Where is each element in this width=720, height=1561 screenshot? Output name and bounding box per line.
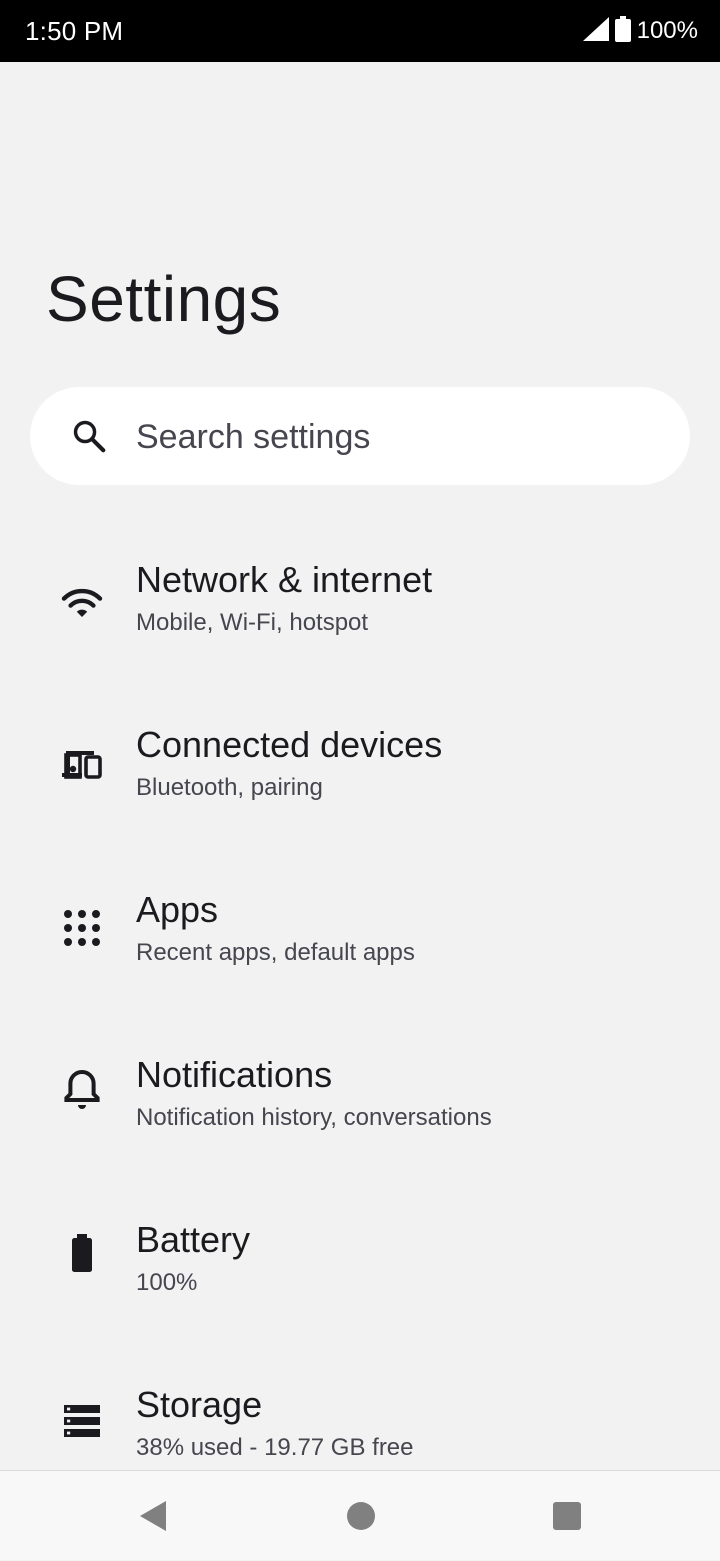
home-circle-icon[interactable] <box>344 1471 378 1561</box>
settings-item-network[interactable]: Network & internet Mobile, Wi-Fi, hotspo… <box>0 530 720 695</box>
settings-item-title: Network & internet <box>136 559 433 600</box>
settings-item-apps[interactable]: Apps Recent apps, default apps <box>0 860 720 1025</box>
settings-item-title: Notifications <box>136 1054 333 1095</box>
bell-icon <box>58 1065 106 1113</box>
recents-square-icon[interactable] <box>550 1471 584 1561</box>
back-triangle-icon[interactable] <box>132 1471 172 1561</box>
status-icons: 100% <box>582 15 698 47</box>
settings-item-subtitle: 100% <box>136 1269 198 1296</box>
page-title: Settings <box>46 263 282 335</box>
settings-item-battery[interactable]: Battery 100% <box>0 1190 720 1355</box>
storage-icon <box>58 1397 106 1445</box>
cellular-signal-icon <box>582 16 609 46</box>
connected-devices-icon <box>58 739 106 787</box>
settings-list: Network & internet Mobile, Wi-Fi, hotspo… <box>0 530 720 1520</box>
settings-item-notifications[interactable]: Notifications Notification history, conv… <box>0 1025 720 1190</box>
status-time: 1:50 PM <box>25 15 124 46</box>
apps-grid-icon <box>58 904 106 952</box>
wifi-icon <box>58 576 106 624</box>
search-input[interactable]: Search settings <box>136 417 370 457</box>
settings-item-subtitle: Bluetooth, pairing <box>136 774 323 801</box>
settings-item-title: Connected devices <box>136 724 443 765</box>
settings-item-title: Storage <box>136 1384 263 1425</box>
settings-item-title: Battery <box>136 1219 251 1260</box>
battery-icon <box>58 1230 106 1278</box>
navigation-bar <box>0 1470 720 1560</box>
settings-item-subtitle: 38% used - 19.77 GB free <box>136 1434 414 1461</box>
settings-item-connected-devices[interactable]: Connected devices Bluetooth, pairing <box>0 695 720 860</box>
search-icon[interactable] <box>70 417 108 455</box>
settings-item-subtitle: Recent apps, default apps <box>136 939 415 966</box>
settings-item-subtitle: Notification history, conversations <box>136 1104 492 1131</box>
settings-item-subtitle: Mobile, Wi-Fi, hotspot <box>136 609 369 636</box>
battery-percent: 100% <box>636 17 698 44</box>
status-bar: 1:50 PM 100% <box>0 0 720 62</box>
battery-full-icon <box>614 15 631 47</box>
settings-item-title: Apps <box>136 889 219 930</box>
